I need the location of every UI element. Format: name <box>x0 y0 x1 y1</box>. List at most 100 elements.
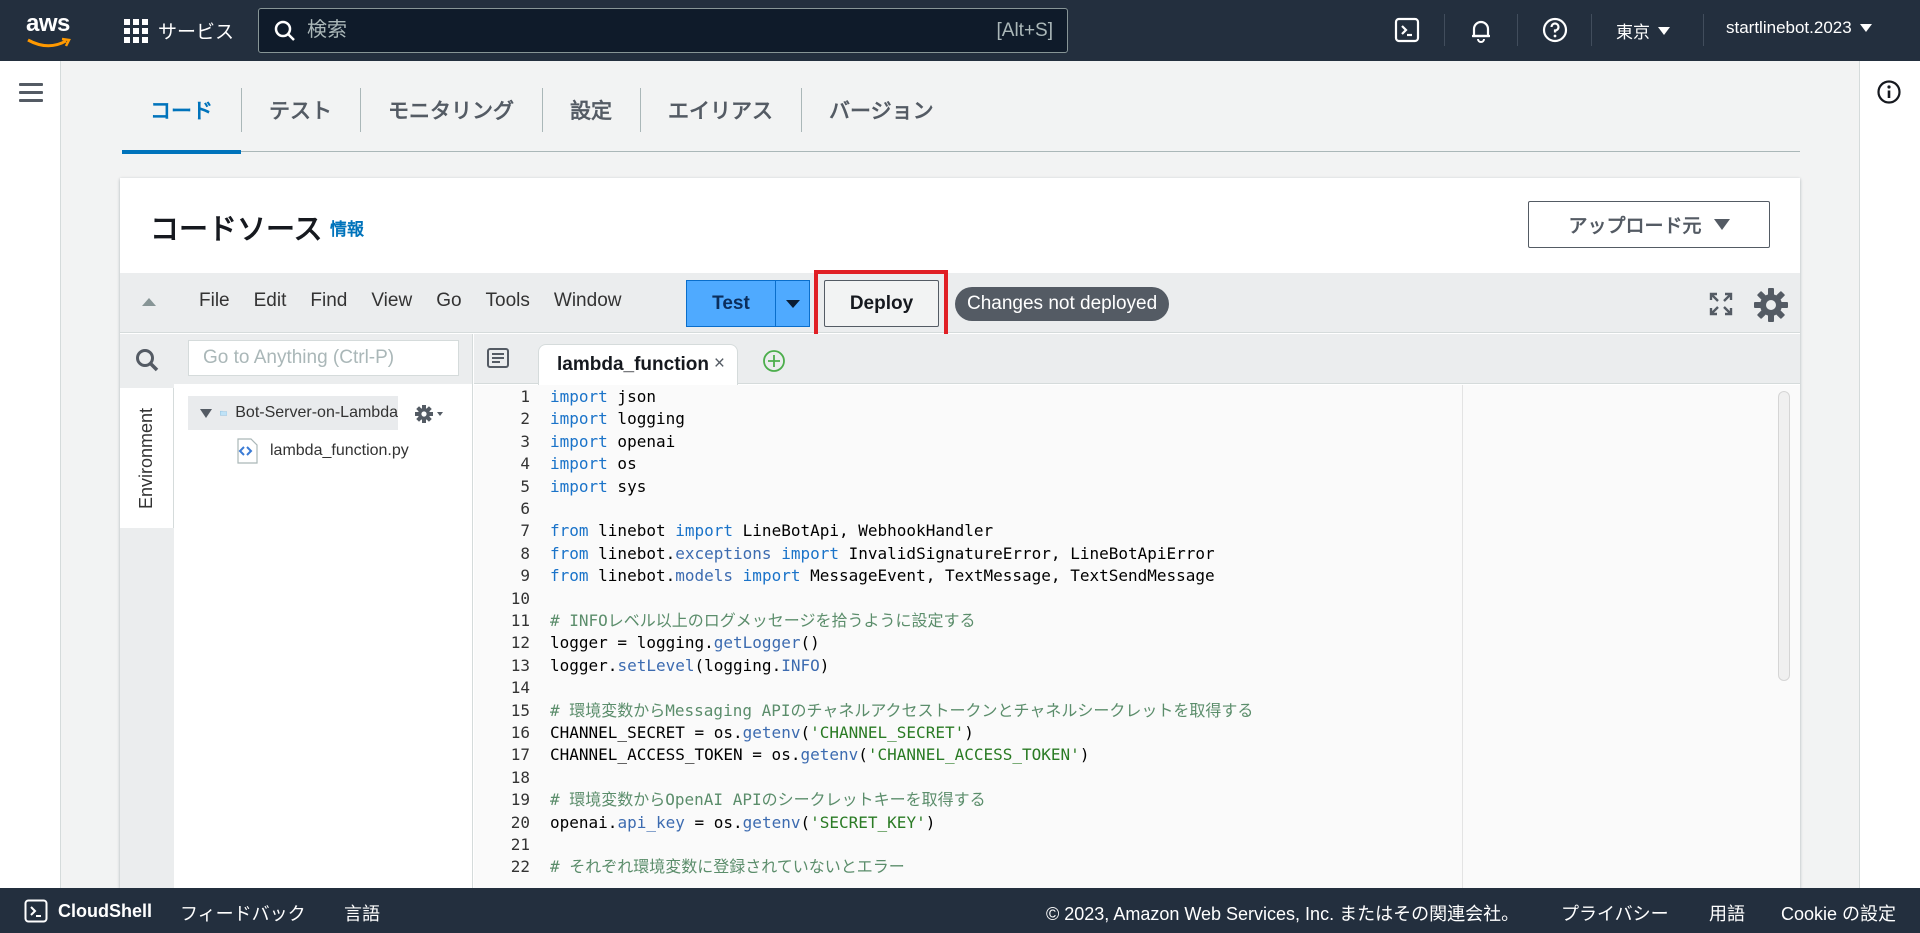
line-number: 3 <box>520 431 530 451</box>
line-number: 13 <box>510 655 530 675</box>
tab-configuration[interactable]: 設定 <box>542 84 640 152</box>
search-icon[interactable] <box>134 347 160 373</box>
info-link[interactable]: 情報 <box>330 215 364 240</box>
code-line: from linebot import LineBotApi, WebhookH… <box>550 520 993 542</box>
code-line: openai.api_key = os.getenv('SECRET_KEY') <box>550 812 935 834</box>
menu-file[interactable]: File <box>187 290 242 312</box>
code-token: ( <box>858 745 868 765</box>
tab-code[interactable]: コード <box>122 84 241 154</box>
menu-go[interactable]: Go <box>424 290 473 312</box>
tab-monitoring[interactable]: モニタリング <box>360 84 542 152</box>
code-token: getenv <box>742 723 801 742</box>
line-number: 2 <box>520 409 530 429</box>
vertical-scrollbar[interactable] <box>1778 391 1790 681</box>
nav-divider <box>1517 14 1518 46</box>
tab-test[interactable]: テスト <box>241 84 360 152</box>
code-token: import <box>550 476 608 496</box>
code-token: ) <box>819 655 830 675</box>
line-number: 19 <box>510 790 530 810</box>
tab-aliases[interactable]: エイリアス <box>640 84 801 152</box>
left-rail <box>0 61 61 888</box>
close-icon[interactable]: × <box>714 353 725 375</box>
search-icon <box>274 20 295 41</box>
menu-view[interactable]: View <box>359 290 424 312</box>
line-number: 8 <box>520 543 530 563</box>
code-token: = os. <box>684 812 743 832</box>
search-bar[interactable]: [Alt+S] <box>258 8 1068 53</box>
info-icon[interactable] <box>1876 79 1902 105</box>
environment-tab[interactable]: Environment <box>120 388 174 528</box>
terms-link[interactable]: 用語 <box>1709 900 1745 926</box>
menu-window[interactable]: Window <box>542 290 634 312</box>
code-token: # 環境変数からOpenAI APIのシークレットキーを取得する <box>550 790 986 810</box>
services-menu[interactable]: サービス <box>124 17 234 44</box>
file-item[interactable]: lambda_function.py <box>236 436 409 466</box>
panel-title: コードソース <box>150 214 323 246</box>
line-number: 21 <box>510 835 530 854</box>
code-token: models <box>675 566 734 586</box>
code-token: sys <box>607 476 647 496</box>
add-tab-icon[interactable] <box>762 349 786 373</box>
bell-icon[interactable] <box>1467 16 1495 44</box>
region-selector[interactable]: 東京 <box>1616 18 1670 43</box>
editor-file-tab[interactable]: lambda_function × <box>538 344 738 385</box>
function-tabs: コード テスト モニタリング 設定 エイリアス バージョン <box>122 84 1800 154</box>
account-menu[interactable]: startlinebot.2023 <box>1726 18 1872 38</box>
code-token: setLevel <box>617 655 695 675</box>
code-token: openai. <box>550 812 618 832</box>
line-number: 7 <box>520 521 530 541</box>
code-token: InvalidSignatureError, LineBotApiError <box>839 543 1215 563</box>
cloudshell-label: CloudShell <box>58 900 152 921</box>
go-to-anything-input[interactable] <box>188 340 459 376</box>
services-label: サービス <box>158 22 235 43</box>
help-icon[interactable] <box>1541 16 1569 44</box>
folder-icon <box>220 411 228 416</box>
folder-item[interactable]: Bot-Server-on-Lambda <box>188 396 398 430</box>
code-token: import <box>781 543 839 563</box>
code-line: import json <box>550 386 656 408</box>
upload-from-button[interactable]: アップロード元 <box>1528 201 1770 248</box>
aws-smile-icon <box>27 37 71 48</box>
test-button[interactable]: Test <box>686 280 775 327</box>
language-link[interactable]: 言語 <box>344 900 380 926</box>
code-token: ( <box>800 723 811 742</box>
feedback-link[interactable]: フィードバック <box>180 900 306 926</box>
code-token: () <box>800 633 820 653</box>
deploy-button[interactable]: Deploy <box>824 280 939 327</box>
code-line: CHANNEL_ACCESS_TOKEN = os.getenv('CHANNE… <box>550 744 1089 766</box>
file-list-icon[interactable] <box>486 347 510 369</box>
fullscreen-icon[interactable] <box>1708 291 1734 317</box>
menu-tools[interactable]: Tools <box>474 290 542 312</box>
search-input[interactable] <box>297 19 997 42</box>
menu-find[interactable]: Find <box>298 290 359 312</box>
tab-versions[interactable]: バージョン <box>801 84 962 152</box>
code-source-panel: コードソース 情報 アップロード元 File Edit Find View Go… <box>120 178 1800 888</box>
tab-label: モニタリング <box>388 100 514 123</box>
privacy-link[interactable]: プライバシー <box>1561 900 1669 926</box>
aws-logo-text: aws <box>26 10 70 37</box>
cloudshell-icon[interactable] <box>1393 16 1421 44</box>
menu-edit[interactable]: Edit <box>242 290 299 312</box>
code-token: linebot <box>588 521 676 541</box>
caret-down-icon <box>1713 219 1730 230</box>
cookie-settings-link[interactable]: Cookie の設定 <box>1781 900 1896 926</box>
hamburger-menu-icon[interactable] <box>19 83 43 103</box>
code-token: from <box>550 521 589 541</box>
code-line: import logging <box>550 408 685 430</box>
line-number: 1 <box>520 387 530 406</box>
cloudshell-link[interactable]: CloudShell <box>24 899 152 923</box>
line-number: 5 <box>520 476 530 496</box>
aws-logo[interactable]: aws <box>26 12 76 48</box>
settings-gear-icon[interactable] <box>1752 286 1790 324</box>
search-shortcut: [Alt+S] <box>996 19 1054 41</box>
code-token: ) <box>1079 745 1090 765</box>
tree-gear-icon[interactable] <box>414 404 444 424</box>
expand-triangle-icon <box>200 408 212 418</box>
test-dropdown-button[interactable] <box>775 280 810 327</box>
code-editor[interactable]: 1 2 3 4 5 6 7 8 9 10 11 12 13 14 15 16 17 18 19 20 21 22 impo… <box>474 385 1800 888</box>
tab-label: コード <box>150 100 213 123</box>
collapse-menu-icon[interactable] <box>142 298 156 306</box>
ide-toolbar: File Edit Find View Go Tools Window Test… <box>120 270 1800 338</box>
code-token: getenv <box>742 812 801 832</box>
environment-label: Environment <box>136 407 156 509</box>
